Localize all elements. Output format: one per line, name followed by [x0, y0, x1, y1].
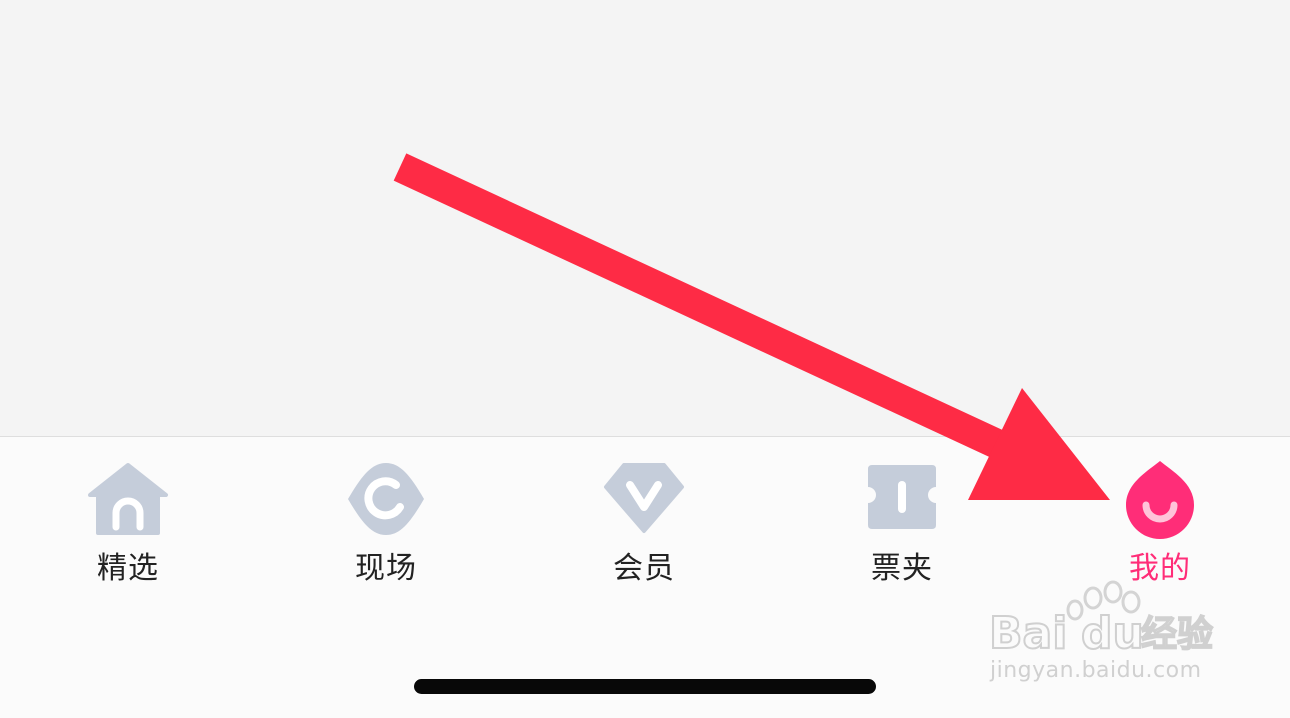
- ticket-icon: [868, 465, 936, 529]
- tab-label: 我的: [1129, 551, 1191, 586]
- watermark-url: jingyan.baidu.com: [990, 658, 1202, 683]
- live-icon: [348, 463, 424, 535]
- vip-icon: [604, 463, 684, 533]
- tab-member[interactable]: 会员: [564, 457, 724, 607]
- tab-label: 现场: [355, 551, 417, 586]
- tab-live[interactable]: 现场: [306, 457, 466, 607]
- tab-label: 会员: [613, 551, 675, 586]
- tab-label: 精选: [97, 551, 159, 586]
- tab-label: 票夹: [871, 551, 933, 586]
- home-icon: [88, 463, 168, 535]
- tab-mine[interactable]: 我的: [1080, 457, 1240, 607]
- tab-featured[interactable]: 精选: [48, 457, 208, 607]
- profile-icon: [1126, 461, 1194, 539]
- tab-ticket-wallet[interactable]: 票夹: [822, 457, 982, 607]
- home-indicator: [414, 679, 876, 694]
- content-area: [0, 0, 1290, 436]
